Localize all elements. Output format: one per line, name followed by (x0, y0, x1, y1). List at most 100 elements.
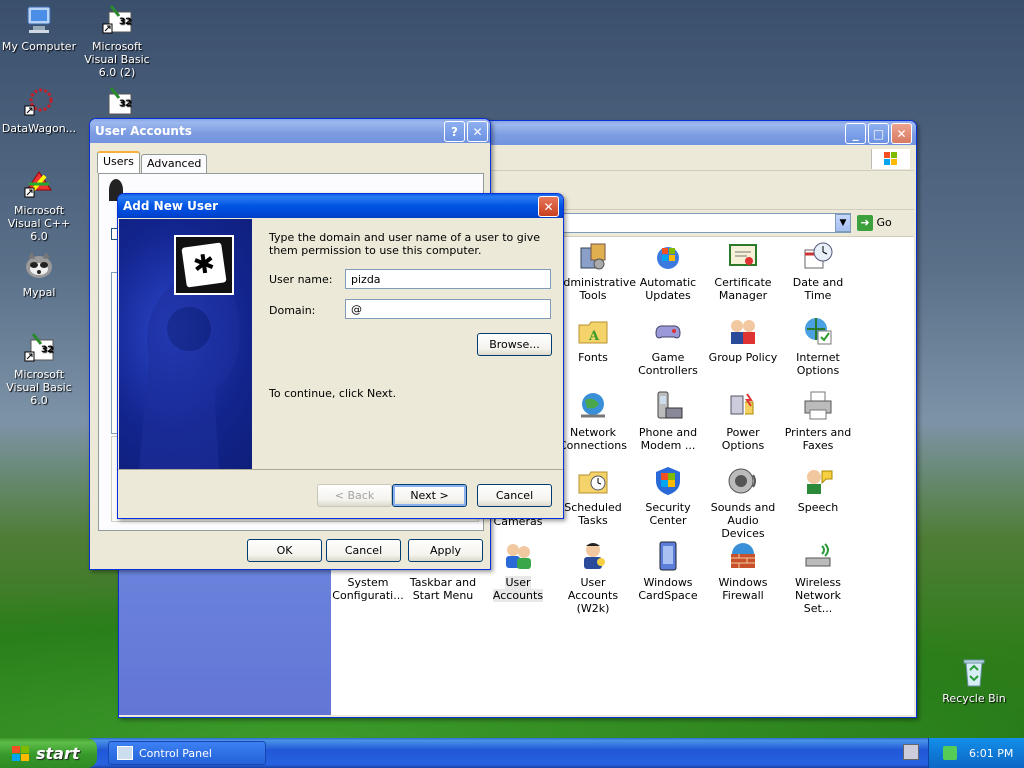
computer-icon (23, 4, 55, 36)
desktop-icon-my-computer[interactable]: My Computer (0, 4, 78, 53)
desktop-icon-vc6[interactable]: Microsoft Visual C++ 6.0 (0, 168, 78, 243)
ok-button[interactable]: OK (247, 539, 322, 562)
cp-item-printers-and-faxes[interactable]: Printers and Faxes (781, 390, 855, 452)
printer-icon (802, 390, 834, 422)
datawagon-icon (23, 86, 55, 118)
visual-cpp-icon (23, 168, 55, 200)
divider (118, 469, 563, 470)
back-button[interactable]: < Back (317, 484, 392, 507)
visual-basic-icon: 32 (101, 86, 133, 118)
group-policy-icon (727, 315, 759, 347)
windows-flag-icon (12, 746, 29, 761)
cp-item-fonts[interactable]: A Fonts (556, 315, 630, 364)
go-arrow-icon: ➜ (857, 215, 873, 231)
system-tray: 6:01 PM (928, 738, 1024, 768)
domain-input[interactable]: @ (345, 299, 551, 319)
windows-logo-icon (871, 149, 910, 169)
desktop-icon-datawagon[interactable]: DataWagon... (0, 86, 78, 135)
cp-item-speech[interactable]: Speech (781, 465, 855, 514)
cp-item-date-and-time[interactable]: Date and Time (781, 240, 855, 302)
add-new-user-titlebar[interactable]: Add New User ✕ (118, 194, 563, 218)
clock[interactable]: 6:01 PM (969, 747, 1013, 760)
network-tray-icon[interactable] (943, 746, 957, 760)
domain-label: Domain: (269, 304, 316, 317)
add-new-user-dialog[interactable]: Add New User ✕ ✱ Type the domain and use… (117, 193, 564, 519)
desktop-icon-vb6-partial[interactable]: 32 (78, 86, 156, 122)
cp-item-administrative-tools[interactable]: Administrative Tools (556, 240, 636, 302)
wizard-content: Type the domain and user name of a user … (252, 219, 561, 469)
administrative-tools-icon (577, 240, 609, 272)
cp-item-wireless-network-setup[interactable]: Wireless Network Set... (781, 540, 855, 615)
apply-button[interactable]: Apply (408, 539, 483, 562)
network-globe-icon (577, 390, 609, 422)
cp-item-group-policy[interactable]: Group Policy (706, 315, 780, 364)
go-button[interactable]: ➜ Go (857, 214, 911, 232)
desktop-icon-vb6[interactable]: 32 Microsoft Visual Basic 6.0 (0, 332, 78, 407)
cp-item-internet-options[interactable]: Internet Options (781, 315, 855, 377)
user-accounts-w2k-icon (577, 540, 609, 572)
username-label: User name: (269, 273, 333, 286)
browse-button[interactable]: Browse... (477, 333, 552, 356)
tab-users[interactable]: Users (97, 151, 140, 173)
desktop-icon-mypal[interactable]: Mypal (0, 250, 78, 299)
cp-item-phone-and-modem[interactable]: Phone and Modem ... (631, 390, 705, 452)
cp-item-network-connections[interactable]: Network Connections (556, 390, 630, 452)
taskbar-control-panel[interactable]: Control Panel (108, 741, 266, 765)
power-options-icon (727, 390, 759, 422)
close-icon[interactable]: ✕ (467, 121, 488, 142)
user-accounts-titlebar[interactable]: User Accounts ? ✕ (90, 119, 490, 143)
clock-icon (802, 240, 834, 272)
user-accounts-icon (502, 540, 534, 572)
desktop-icon-recycle-bin[interactable]: Recycle Bin (935, 656, 1013, 705)
fonts-folder-icon: A (577, 315, 609, 347)
firewall-icon (727, 540, 759, 572)
help-icon[interactable]: ? (444, 121, 465, 142)
internet-options-icon (802, 315, 834, 347)
gamepad-icon (652, 315, 684, 347)
cp-item-sounds-and-audio[interactable]: Sounds and Audio Devices (706, 465, 780, 540)
cp-item-power-options[interactable]: Power Options (706, 390, 780, 452)
cp-item-windows-firewall[interactable]: Windows Firewall (706, 540, 780, 602)
cp-item-security-center[interactable]: Security Center (631, 465, 705, 527)
cardspace-icon (652, 540, 684, 572)
cancel-button[interactable]: Cancel (477, 484, 552, 507)
cp-item-user-accounts[interactable]: User Accounts (481, 540, 555, 602)
cp-item-certificate-manager[interactable]: Certificate Manager (706, 240, 780, 302)
next-button[interactable]: Next > (392, 484, 467, 507)
cp-item-automatic-updates[interactable]: Automatic Updates (631, 240, 705, 302)
close-icon[interactable]: ✕ (891, 123, 912, 144)
control-panel-icon (117, 746, 133, 760)
svg-text:32: 32 (41, 345, 54, 355)
phone-icon (652, 390, 684, 422)
recycle-bin-icon (958, 656, 990, 688)
cp-item-scheduled-tasks[interactable]: Scheduled Tasks (556, 465, 630, 527)
maximize-icon[interactable]: □ (868, 123, 889, 144)
address-dropdown-icon[interactable]: ▼ (835, 214, 851, 232)
tab-advanced[interactable]: Advanced (141, 154, 208, 173)
visual-basic-icon: 32 (101, 4, 133, 36)
svg-text:32: 32 (119, 17, 132, 27)
raccoon-icon (23, 250, 55, 282)
desktop-icon-vb6-2[interactable]: 32 Microsoft Visual Basic 6.0 (2) (78, 4, 156, 79)
speech-icon (802, 465, 834, 497)
keycard-icon: ✱ (181, 242, 227, 288)
close-icon[interactable]: ✕ (538, 196, 559, 217)
instruction-text: Type the domain and user name of a user … (269, 231, 541, 257)
ua-cancel-button[interactable]: Cancel (326, 539, 401, 562)
keyboard-icon[interactable] (903, 744, 919, 760)
start-button[interactable]: start (0, 738, 97, 768)
username-input[interactable]: pizda (345, 269, 551, 289)
cp-item-windows-cardspace[interactable]: Windows CardSpace (631, 540, 705, 602)
cp-item-user-accounts-w2k[interactable]: User Accounts (W2k) (556, 540, 630, 615)
continue-text: To continue, click Next. (269, 387, 397, 400)
speaker-icon (727, 465, 759, 497)
security-shield-icon (652, 465, 684, 497)
wizard-banner: ✱ (119, 219, 252, 469)
svg-text:32: 32 (119, 99, 132, 109)
visual-basic-icon: 32 (23, 332, 55, 364)
taskbar: start Control Panel 6:01 PM (0, 738, 1024, 768)
svg-text:A: A (588, 329, 600, 344)
windows-globe-icon (652, 240, 684, 272)
cp-item-game-controllers[interactable]: Game Controllers (631, 315, 705, 377)
minimize-icon[interactable]: _ (845, 123, 866, 144)
